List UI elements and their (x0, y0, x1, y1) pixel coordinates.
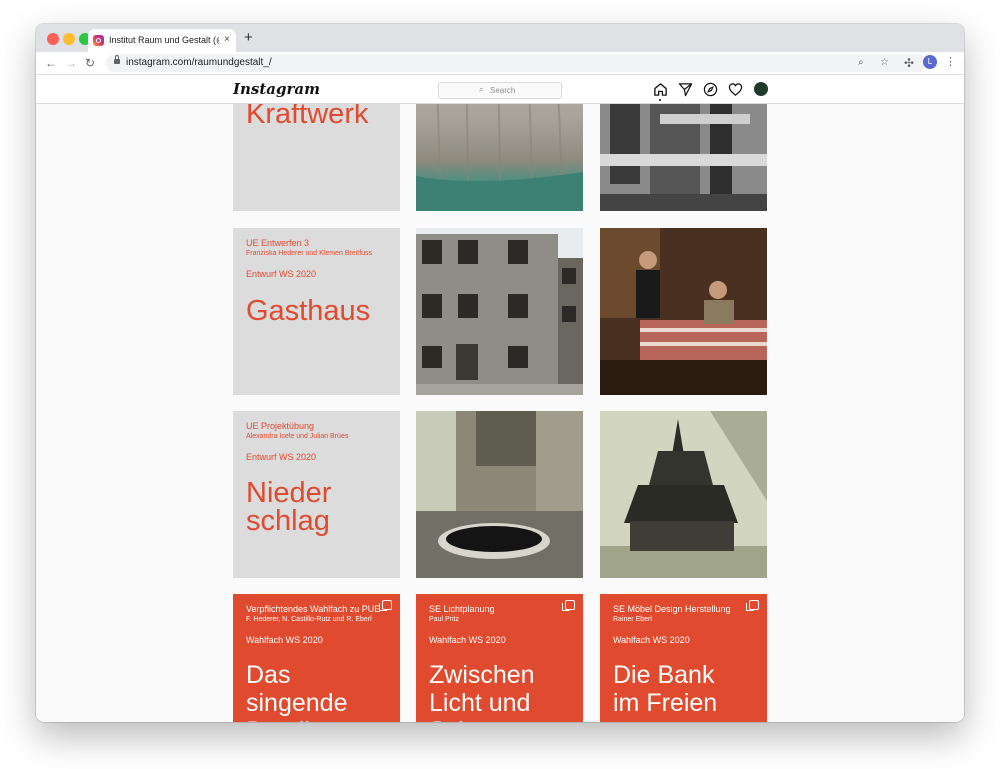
post-people: Franziska Hederer und Klemen Breitfuss (246, 250, 373, 257)
post-title: Zwischen Licht und Schatten (429, 661, 535, 722)
post-term: Entwurf WS 2020 (246, 452, 317, 462)
new-tab-button[interactable]: + (244, 30, 253, 46)
close-window-button[interactable] (47, 33, 59, 45)
browser-toolbar: ← → ↻ instagram.com/raumundgestalt_/ ⌕ ☆… (36, 52, 964, 75)
post-title: Gasthaus (246, 295, 371, 327)
instagram-favicon-icon (93, 35, 104, 46)
post-people: Rainer Eberl (613, 616, 652, 623)
browser-titlebar: Institut Raum und Gestalt (@raumundgesta… (36, 24, 964, 52)
stave-church-image (600, 411, 767, 578)
post-tile-das-singende-detail[interactable]: Verpflichtendes Wahlfach zu PUE F. Heder… (233, 594, 400, 722)
bookmark-star-icon[interactable]: ☆ (880, 57, 889, 69)
post-term: Wahlfach WS 2020 (429, 635, 506, 645)
browser-tab-active[interactable]: Institut Raum und Gestalt (@raumundgesta… (88, 29, 236, 52)
instagram-logo[interactable]: Instagram (233, 79, 320, 99)
explore-compass-icon[interactable] (703, 82, 718, 97)
post-title: Kraftwerk (246, 98, 369, 130)
profile-avatar[interactable]: L (923, 55, 937, 69)
post-people: Paul Pritz (429, 616, 459, 623)
post-tile-zwischen-licht-und-schatten[interactable]: SE Lichtplanung Paul Pritz Wahlfach WS 2… (416, 594, 583, 722)
post-term: Entwurf WS 2020 (246, 269, 317, 279)
post-people: Alexandra Isele und Julian Brües (246, 433, 349, 440)
reload-icon[interactable]: ↻ (85, 55, 95, 71)
search-placeholder: Search (490, 86, 516, 95)
address-bar[interactable]: instagram.com/raumundgestalt_/ ⌕ ☆ (106, 54, 926, 72)
active-indicator-dot (659, 99, 661, 101)
post-title: Nieder schlag (246, 477, 332, 537)
post-title: Die Bank im Freien (613, 661, 718, 717)
search-input[interactable]: ⌕ Search (438, 82, 562, 99)
carousel-multiple-icon (379, 600, 392, 611)
post-tile-pool-photo[interactable] (416, 411, 583, 578)
browser-menu-icon[interactable]: ⋮ (945, 55, 956, 69)
instagram-header: Instagram ⌕ Search (36, 75, 964, 104)
lock-icon (114, 55, 120, 64)
post-course: UE Projektübung (246, 421, 315, 431)
tab-title: Institut Raum und Gestalt (@raumundgesta… (109, 35, 219, 45)
page-content: Instagram ⌕ Search Kraftwerk UE Entwerfe… (36, 75, 964, 722)
tavern-scene-image (600, 228, 767, 395)
post-people: F. Hederer, N. Castillo-Rutz und R. Eber… (246, 616, 372, 623)
post-course: Verpflichtendes Wahlfach zu PUE (246, 604, 381, 614)
post-course: SE Lichtplanung (429, 604, 495, 614)
concrete-pool-image (416, 411, 583, 578)
forward-arrow-icon[interactable]: → (65, 55, 77, 71)
zoom-search-icon[interactable]: ⌕ (858, 57, 864, 69)
post-tile-gasthaus[interactable]: UE Entwerfen 3 Franziska Hederer und Kle… (233, 228, 400, 395)
post-title: Das singende Detail (246, 661, 348, 722)
post-tile-stave-church-photo[interactable] (600, 411, 767, 578)
post-term: Wahlfach WS 2020 (613, 635, 690, 645)
post-tile-niederschlag[interactable]: UE Projektübung Alexandra Isele und Juli… (233, 411, 400, 578)
post-tile-tavern-photo[interactable] (600, 228, 767, 395)
back-arrow-icon[interactable]: ← (45, 55, 57, 71)
tab-close-icon[interactable]: × (224, 33, 230, 47)
carousel-multiple-icon (562, 600, 575, 611)
url-text[interactable]: instagram.com/raumundgestalt_/ (126, 57, 272, 69)
shingle-house-image (416, 228, 583, 395)
heart-activity-icon[interactable] (728, 82, 743, 97)
carousel-multiple-icon (746, 600, 759, 611)
user-avatar[interactable] (754, 82, 768, 96)
browser-window: Institut Raum und Gestalt (@raumundgesta… (36, 24, 964, 722)
post-course: UE Entwerfen 3 (246, 238, 310, 248)
home-icon[interactable] (653, 82, 668, 97)
search-icon: ⌕ (479, 85, 484, 94)
extensions-puzzle-icon[interactable]: ✣ (904, 55, 914, 71)
post-course: SE Möbel Design Herstellung (613, 604, 731, 614)
minimize-window-button[interactable] (63, 33, 75, 45)
direct-message-icon[interactable] (678, 82, 693, 97)
post-tile-die-bank-im-freien[interactable]: SE Möbel Design Herstellung Rainer Eberl… (600, 594, 767, 722)
post-tile-house-photo[interactable] (416, 228, 583, 395)
post-term: Wahlfach WS 2020 (246, 635, 323, 645)
